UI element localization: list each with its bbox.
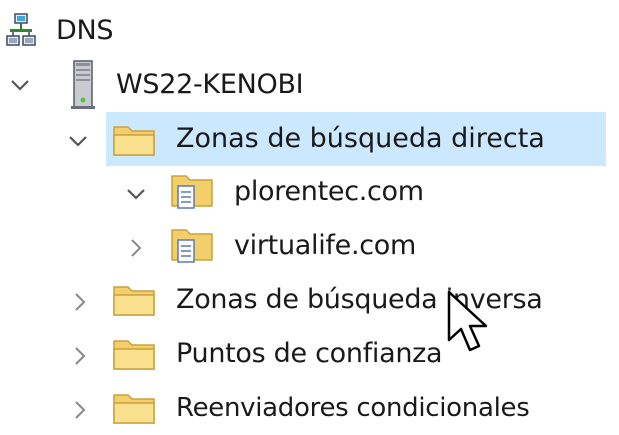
chevron-down-icon[interactable] [8,73,32,97]
chevron-down-icon[interactable] [124,182,148,206]
tree-item-label: plorentec.com [234,176,424,207]
tree-item-label: WS22-KENOBI [116,69,304,100]
chevron-down-icon[interactable] [66,129,90,153]
tree-item-label: Puntos de confianza [176,338,443,369]
tree-item-label: Zonas de búsqueda directa [176,123,545,154]
chevron-right-icon[interactable] [124,236,148,260]
tree-item-server[interactable]: WS22-KENOBI [0,58,380,112]
tree-item-zone-plorentec[interactable]: plorentec.com [160,165,480,219]
tree-item-reverse-lookup-zones[interactable]: Zonas de búsqueda inversa [106,273,611,327]
tree-item-label: DNS [56,15,114,46]
chevron-right-icon[interactable] [68,344,92,368]
chevron-right-icon[interactable] [68,398,92,422]
mouse-pointer-icon [447,290,488,352]
tree-item-label: virtualife.com [234,230,416,261]
tree-item-zone-virtualife[interactable]: virtualife.com [160,219,480,273]
server-tower-icon [71,60,95,109]
chevron-right-icon[interactable] [68,290,92,314]
folder-icon [113,126,155,156]
dns-tree-view: DNS WS22-KENOBI Zonas de búsqueda direct… [0,0,619,430]
dns-manager-icon [6,13,36,46]
tree-item-dns[interactable]: DNS [0,4,300,58]
tree-item-label: Reenviadores condicionales [176,393,530,423]
tree-item-conditional-forwarders[interactable]: Reenviadores condicionales [106,381,616,435]
